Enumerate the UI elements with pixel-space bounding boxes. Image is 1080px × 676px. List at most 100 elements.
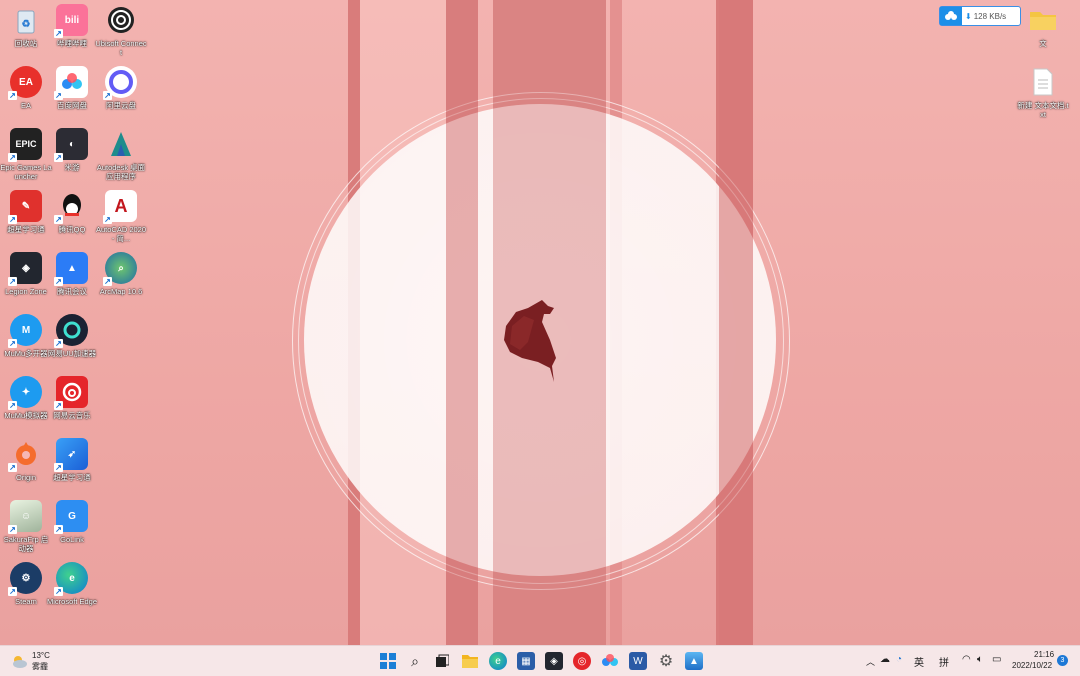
desktop-icon-mumu-multi[interactable]: M ↗ MuMu多开器: [0, 314, 52, 358]
desktop-icon-label: 百度网盘: [57, 101, 87, 110]
desktop-icon-label: MuMu模拟器: [4, 411, 48, 420]
desktop-icon-mumu-emulator[interactable]: ✦ ↗ MuMu模拟器: [0, 376, 52, 420]
desktop-icon-sakurafrp[interactable]: ☺ ↗ SakuraFrp 启动器: [0, 500, 52, 553]
desktop-icon-ubisoft-connect[interactable]: Ubisoft Connect: [95, 4, 147, 57]
epic-games-icon: EPIC ↗: [8, 128, 42, 162]
photos-icon[interactable]: ▲: [685, 652, 703, 670]
ea-icon: EA ↗: [8, 66, 42, 100]
desktop-icon-origin[interactable]: ↗ Origin: [0, 438, 52, 482]
desktop-icon-qq[interactable]: ↗ 腾讯QQ: [46, 190, 98, 234]
desktop-icon-autocad[interactable]: A ↗ AutoCAD 2020 - 简...: [95, 190, 147, 243]
desktop-icon-arcmap[interactable]: ⌕ ↗ ArcMap 10.6: [95, 252, 147, 296]
wifi-icon[interactable]: ◠: [962, 654, 971, 665]
desktop-icon-label: EA: [20, 101, 31, 110]
desktop-icon-label: 网易UU加速器: [47, 349, 97, 358]
baidu-netdisk-icon: [940, 7, 962, 25]
weather-condition[interactable]: 雾霾: [32, 661, 48, 672]
search-icon[interactable]: ⌕: [406, 652, 424, 670]
desktop-icon-netease-music[interactable]: ↗ 网易云音乐: [46, 376, 98, 420]
qq-icon: ↗: [54, 190, 88, 224]
desktop-icon-label: GoLink: [60, 535, 84, 544]
wallpaper-stripe: [719, 0, 753, 645]
baidu-netdisk-icon[interactable]: [601, 652, 619, 670]
taskbar: 13°C 雾霾 ⌕ e ▦ ◈ ◎ W ⚙ ▲ ︿ ☁ ◔ 英 拼 ◠ 🔈︎ ▭…: [0, 645, 1080, 676]
ime-mode[interactable]: 拼: [939, 654, 949, 669]
origin-icon: ↗: [8, 438, 42, 472]
steam-icon: ⚙ ↗: [8, 562, 42, 596]
start-button[interactable]: [379, 652, 397, 670]
desktop-icon-text-file[interactable]: 新建 文本文档.txt: [1017, 66, 1069, 119]
miyou-icon: ◐ ↗: [54, 128, 88, 162]
desktop-icon-label: Steam: [15, 597, 37, 606]
battery-icon[interactable]: ▭: [992, 654, 1001, 665]
desktop-icon-aliyun-drive[interactable]: ↗ 阿里云盘: [95, 66, 147, 110]
netease-music-icon[interactable]: ◎: [573, 652, 591, 670]
arcmap-icon: ⌕ ↗: [103, 252, 137, 286]
netdisk-speed-widget[interactable]: ⬇ 128 KB/s: [939, 6, 1021, 26]
autocad-icon: A ↗: [103, 190, 137, 224]
desktop-icon-bilibili[interactable]: bili ↗ 哔哩哔哩: [46, 4, 98, 48]
legion-zone-icon[interactable]: ◈: [545, 652, 563, 670]
desktop-icon-label: Ubisoft Connect: [95, 39, 147, 57]
desktop-icon-label: AutoCAD 2020 - 简...: [95, 225, 147, 243]
edge-icon[interactable]: e: [489, 652, 507, 670]
desktop-icon-label: 腾讯会议: [57, 287, 87, 296]
desktop-icon-tencent-meeting[interactable]: ▲ ↗ 腾讯会议: [46, 252, 98, 296]
aliyun-drive-icon: ↗: [103, 66, 137, 100]
text-file-icon: [1027, 66, 1059, 98]
download-speed: 128 KB/s: [973, 11, 1007, 21]
mumu-multi-icon: M ↗: [8, 314, 42, 348]
autodesk-icon: [105, 128, 137, 160]
desktop-icon-label: 回收站: [14, 39, 38, 48]
desktop-icon-label: 阿里云盘: [106, 101, 136, 110]
desktop-icon-label: ArcMap 10.6: [99, 287, 143, 296]
weather-temp[interactable]: 13°C: [32, 651, 50, 660]
recycle-bin-icon: ♻: [10, 4, 42, 36]
download-arrow-icon: ⬇: [965, 11, 972, 21]
desktop-icon-uu-booster[interactable]: ↗ 网易UU加速器: [46, 314, 98, 358]
desktop-icon-recycle-bin[interactable]: ♻ 回收站: [0, 4, 52, 48]
store-icon[interactable]: ▦: [517, 652, 535, 670]
desktop-icon-golink[interactable]: G ↗ GoLink: [46, 500, 98, 544]
desktop-icon-label: 腾讯QQ: [58, 225, 86, 234]
edge-icon: e ↗: [54, 562, 88, 596]
desktop-icon-chaoxing[interactable]: ✎ ↗ 超星学习通: [0, 190, 52, 234]
desktop-icon-label: Legion Zone: [5, 287, 47, 296]
desktop-icon-label: 网易云音乐: [53, 411, 91, 420]
tencent-meeting-icon: ▲ ↗: [54, 252, 88, 286]
clock-date[interactable]: 2022/10/22: [1012, 661, 1052, 670]
desktop-icon-edge[interactable]: e ↗ Microsoft Edge: [46, 562, 98, 606]
desktop-icon-steam[interactable]: ⚙ ↗ Steam: [0, 562, 52, 606]
desktop-icon-label: 新建 文本文档.txt: [1017, 101, 1069, 119]
ime-language[interactable]: 英: [914, 654, 924, 669]
desktop-icon-label: Origin: [15, 473, 36, 482]
desktop-icon-autodesk[interactable]: Autodesk 桌面应用程序: [95, 128, 147, 181]
desktop-icon-label: Epic Games Launcher: [0, 163, 52, 181]
desktop-icon-label: SakuraFrp 启动器: [3, 535, 49, 553]
desktop-icon-label: 文: [1039, 39, 1047, 48]
desktop-icon-miyou[interactable]: ◐ ↗ 米游: [46, 128, 98, 172]
desktop-icon-epic-games[interactable]: EPIC ↗ Epic Games Launcher: [0, 128, 52, 181]
desktop-icon-folder[interactable]: 文: [1017, 4, 1069, 48]
volume-icon[interactable]: 🔈︎: [977, 654, 983, 665]
settings-gear-icon[interactable]: ⚙: [657, 652, 675, 670]
tray-app-icon[interactable]: ◔: [896, 654, 902, 665]
desktop-icon-legion-zone[interactable]: ◈ ↗ Legion Zone: [0, 252, 52, 296]
chevron-up-icon[interactable]: ︿: [866, 655, 875, 668]
task-view-icon[interactable]: [433, 652, 451, 670]
sakurafrp-icon: ☺ ↗: [8, 500, 42, 534]
desktop-icon-ea[interactable]: EA ↗ EA: [0, 66, 52, 110]
uu-booster-icon: ↗: [54, 314, 88, 348]
desktop-icon-label: Autodesk 桌面应用程序: [96, 163, 146, 181]
notification-badge[interactable]: 3: [1057, 655, 1068, 666]
weather-icon[interactable]: [10, 652, 28, 670]
chaoxing-icon: ✎ ↗: [8, 190, 42, 224]
cloud-icon[interactable]: ☁: [880, 654, 890, 665]
word-icon[interactable]: W: [629, 652, 647, 670]
file-explorer-icon[interactable]: [461, 652, 479, 670]
desktop-wallpaper: [0, 0, 1080, 645]
chaoxing-study-icon: ➶ ↗: [54, 438, 88, 472]
desktop-icon-chaoxing-2[interactable]: ➶ ↗ 超星学习通: [46, 438, 98, 482]
desktop-icon-baidu-netdisk[interactable]: ↗ 百度网盘: [46, 66, 98, 110]
clock-time[interactable]: 21:16: [1034, 650, 1054, 659]
